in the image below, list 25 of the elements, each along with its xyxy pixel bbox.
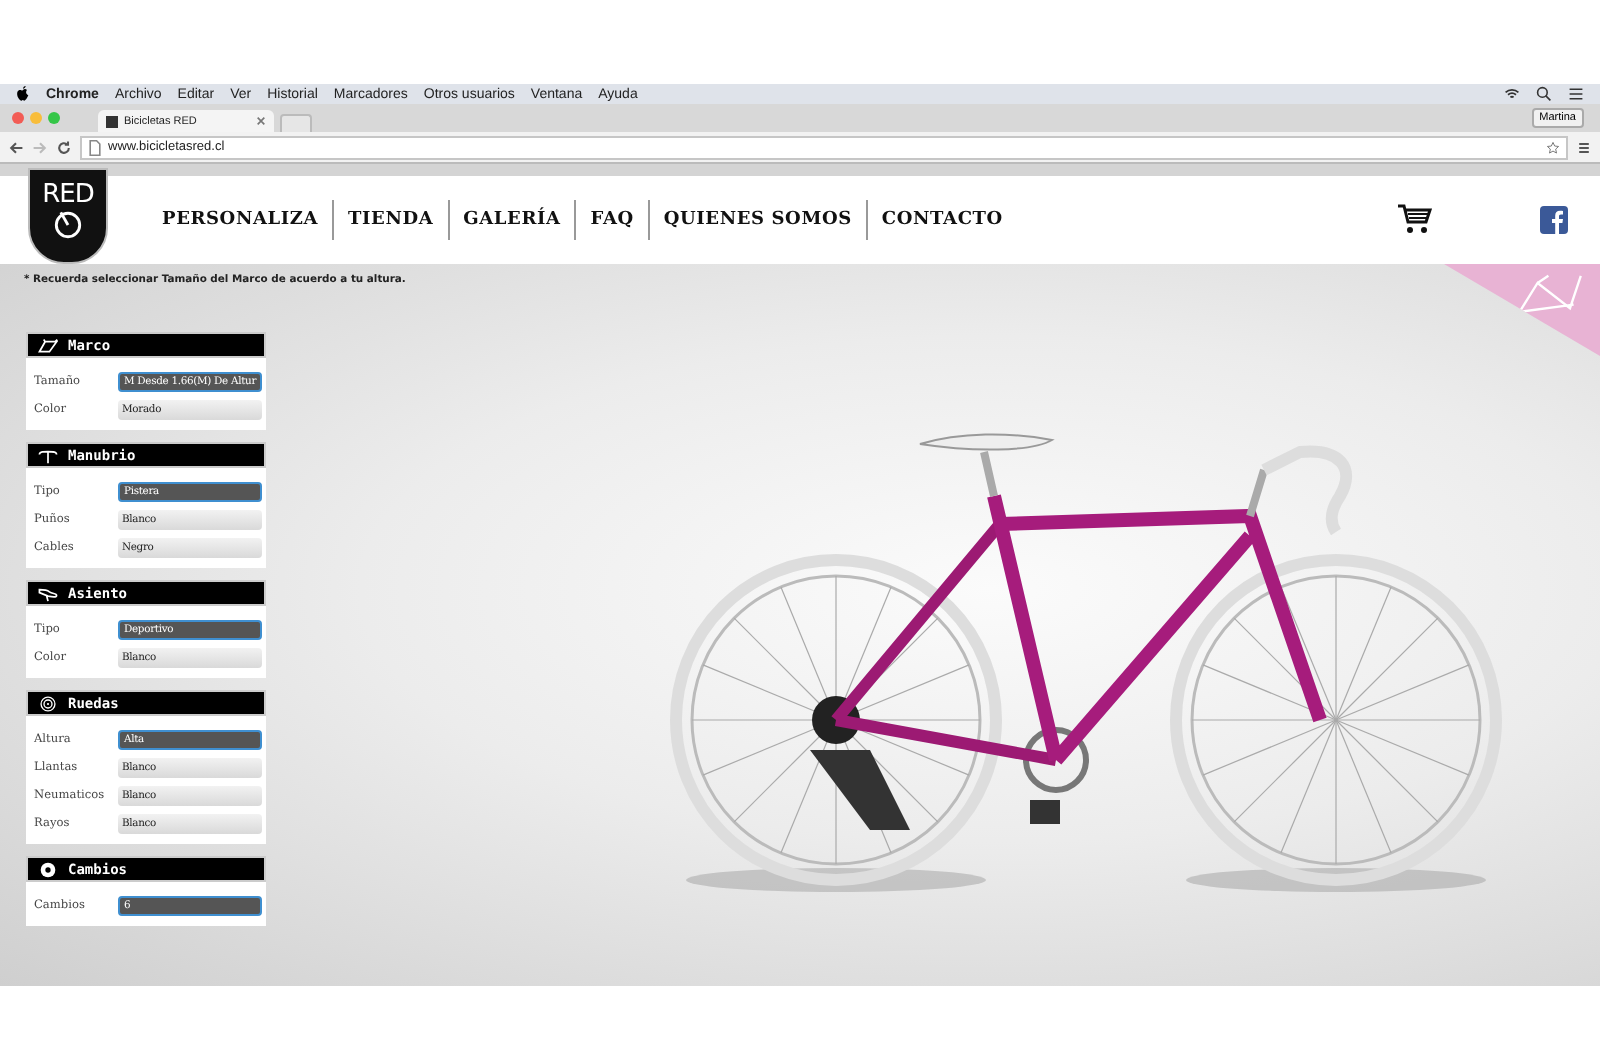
back-icon[interactable] xyxy=(8,139,24,155)
apple-icon[interactable] xyxy=(16,86,30,102)
logo[interactable]: RED xyxy=(28,168,108,264)
nav-link[interactable]: TIENDA xyxy=(334,210,448,230)
list-icon[interactable] xyxy=(1568,86,1584,102)
bike-frame-icon xyxy=(38,337,58,353)
gear-icon xyxy=(38,861,58,877)
nav-link[interactable]: QUIENES SOMOS xyxy=(649,210,866,230)
nav-link[interactable]: PERSONALIZA xyxy=(148,210,333,230)
wifi-icon[interactable] xyxy=(1504,86,1520,102)
menu-icon[interactable] xyxy=(1576,139,1592,155)
nav-link[interactable]: GALERÍA xyxy=(449,210,575,230)
facebook-icon[interactable] xyxy=(1540,206,1568,234)
page-icon xyxy=(88,139,102,155)
reload-icon[interactable] xyxy=(56,139,72,155)
close-icon[interactable] xyxy=(256,116,266,126)
star-icon[interactable] xyxy=(1546,139,1560,155)
search-icon[interactable] xyxy=(1536,86,1552,102)
nav-link[interactable]: CONTACTO xyxy=(867,210,1017,230)
cart-icon[interactable] xyxy=(1396,204,1432,236)
wheel-icon xyxy=(38,695,58,711)
favicon-icon xyxy=(106,115,118,127)
handlebar-icon xyxy=(38,447,58,463)
saddle-icon xyxy=(38,585,58,601)
nav-link[interactable]: FAQ xyxy=(576,210,648,230)
